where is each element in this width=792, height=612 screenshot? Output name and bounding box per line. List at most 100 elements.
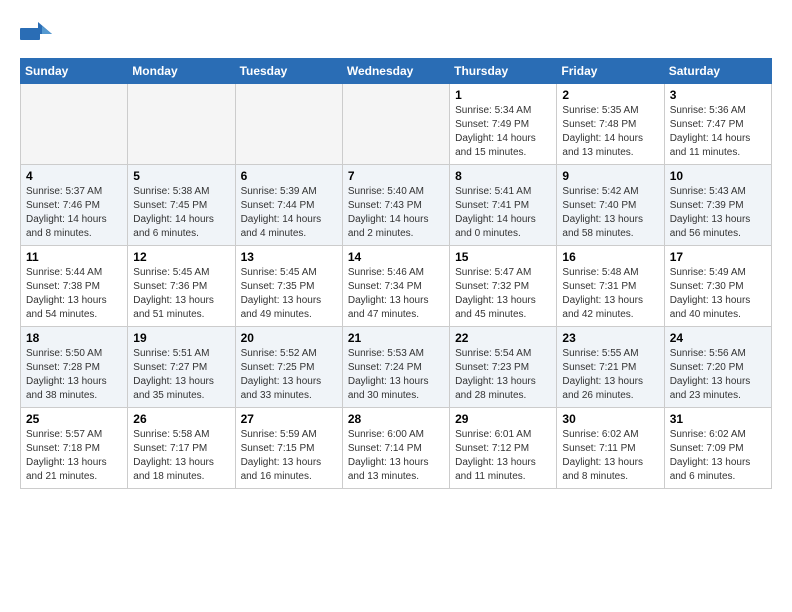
- day-number: 11: [26, 250, 122, 264]
- day-number: 29: [455, 412, 551, 426]
- calendar-cell: 27 Sunrise: 5:59 AM Sunset: 7:15 PM Dayli…: [235, 408, 342, 489]
- day-number: 15: [455, 250, 551, 264]
- day-info: Sunrise: 6:02 AM Sunset: 7:09 PM Dayligh…: [670, 428, 766, 484]
- day-number: 18: [26, 331, 122, 345]
- calendar-cell: 20 Sunrise: 5:52 AM Sunset: 7:25 PM Dayli…: [235, 327, 342, 408]
- day-number: 6: [241, 169, 337, 183]
- calendar-cell: 30 Sunrise: 6:02 AM Sunset: 7:11 PM Dayli…: [557, 408, 664, 489]
- day-number: 2: [562, 88, 658, 102]
- day-info: Sunrise: 5:51 AM Sunset: 7:27 PM Dayligh…: [133, 347, 229, 403]
- day-info: Sunrise: 5:50 AM Sunset: 7:28 PM Dayligh…: [26, 347, 122, 403]
- calendar-cell: 17 Sunrise: 5:49 AM Sunset: 7:30 PM Dayli…: [664, 246, 771, 327]
- day-number: 10: [670, 169, 766, 183]
- day-info: Sunrise: 6:01 AM Sunset: 7:12 PM Dayligh…: [455, 428, 551, 484]
- calendar-cell: 23Sunrise: 5:55 AM Sunset: 7:21 PM Dayli…: [557, 327, 664, 408]
- calendar-cell: 11 Sunrise: 5:44 AM Sunset: 7:38 PM Dayli…: [21, 246, 128, 327]
- day-number: 21: [348, 331, 444, 345]
- day-info: Sunrise: 6:00 AM Sunset: 7:14 PM Dayligh…: [348, 428, 444, 484]
- calendar-cell: 4 Sunrise: 5:37 AM Sunset: 7:46 PM Daylig…: [21, 165, 128, 246]
- day-info: Sunrise: 5:35 AM Sunset: 7:48 PM Dayligh…: [562, 104, 658, 160]
- calendar-week-row: 11 Sunrise: 5:44 AM Sunset: 7:38 PM Dayli…: [21, 246, 772, 327]
- calendar-cell: 29 Sunrise: 6:01 AM Sunset: 7:12 PM Dayli…: [450, 408, 557, 489]
- day-info: Sunrise: 5:38 AM Sunset: 7:45 PM Dayligh…: [133, 185, 229, 241]
- day-info: Sunrise: 5:40 AM Sunset: 7:43 PM Dayligh…: [348, 185, 444, 241]
- day-info: Sunrise: 5:45 AM Sunset: 7:36 PM Dayligh…: [133, 266, 229, 322]
- day-number: 14: [348, 250, 444, 264]
- calendar-header-sunday: Sunday: [21, 59, 128, 84]
- calendar-cell: 15 Sunrise: 5:47 AM Sunset: 7:32 PM Dayli…: [450, 246, 557, 327]
- day-number: 30: [562, 412, 658, 426]
- day-info: Sunrise: 5:49 AM Sunset: 7:30 PM Dayligh…: [670, 266, 766, 322]
- day-info: Sunrise: 5:54 AM Sunset: 7:23 PM Dayligh…: [455, 347, 551, 403]
- day-info: Sunrise: 5:41 AM Sunset: 7:41 PM Dayligh…: [455, 185, 551, 241]
- day-info: Sunrise: 5:48 AM Sunset: 7:31 PM Dayligh…: [562, 266, 658, 322]
- calendar-header-tuesday: Tuesday: [235, 59, 342, 84]
- day-info: Sunrise: 5:37 AM Sunset: 7:46 PM Dayligh…: [26, 185, 122, 241]
- calendar-cell: 18 Sunrise: 5:50 AM Sunset: 7:28 PM Dayli…: [21, 327, 128, 408]
- logo-icon: [20, 20, 52, 48]
- day-number: 25: [26, 412, 122, 426]
- calendar-cell: 19 Sunrise: 5:51 AM Sunset: 7:27 PM Dayli…: [128, 327, 235, 408]
- calendar-cell: 9Sunrise: 5:42 AM Sunset: 7:40 PM Daylig…: [557, 165, 664, 246]
- day-info: Sunrise: 5:34 AM Sunset: 7:49 PM Dayligh…: [455, 104, 551, 160]
- day-info: Sunrise: 6:02 AM Sunset: 7:11 PM Dayligh…: [562, 428, 658, 484]
- calendar-header-wednesday: Wednesday: [342, 59, 449, 84]
- calendar-cell: 14Sunrise: 5:46 AM Sunset: 7:34 PM Dayli…: [342, 246, 449, 327]
- calendar-cell: 24 Sunrise: 5:56 AM Sunset: 7:20 PM Dayli…: [664, 327, 771, 408]
- day-info: Sunrise: 5:39 AM Sunset: 7:44 PM Dayligh…: [241, 185, 337, 241]
- day-info: Sunrise: 5:57 AM Sunset: 7:18 PM Dayligh…: [26, 428, 122, 484]
- calendar-week-row: 4 Sunrise: 5:37 AM Sunset: 7:46 PM Daylig…: [21, 165, 772, 246]
- day-number: 8: [455, 169, 551, 183]
- calendar-week-row: 1 Sunrise: 5:34 AM Sunset: 7:49 PM Daylig…: [21, 84, 772, 165]
- day-number: 12: [133, 250, 229, 264]
- day-number: 24: [670, 331, 766, 345]
- day-number: 3: [670, 88, 766, 102]
- calendar-cell: 10 Sunrise: 5:43 AM Sunset: 7:39 PM Dayli…: [664, 165, 771, 246]
- calendar-table: SundayMondayTuesdayWednesdayThursdayFrid…: [20, 58, 772, 489]
- calendar-cell: 28 Sunrise: 6:00 AM Sunset: 7:14 PM Dayli…: [342, 408, 449, 489]
- calendar-cell: 21Sunrise: 5:53 AM Sunset: 7:24 PM Dayli…: [342, 327, 449, 408]
- calendar-cell: 13Sunrise: 5:45 AM Sunset: 7:35 PM Dayli…: [235, 246, 342, 327]
- calendar-header-row: SundayMondayTuesdayWednesdayThursdayFrid…: [21, 59, 772, 84]
- day-info: Sunrise: 5:36 AM Sunset: 7:47 PM Dayligh…: [670, 104, 766, 160]
- calendar-cell: [342, 84, 449, 165]
- day-info: Sunrise: 5:59 AM Sunset: 7:15 PM Dayligh…: [241, 428, 337, 484]
- day-number: 22: [455, 331, 551, 345]
- calendar-cell: 8 Sunrise: 5:41 AM Sunset: 7:41 PM Daylig…: [450, 165, 557, 246]
- day-info: Sunrise: 5:52 AM Sunset: 7:25 PM Dayligh…: [241, 347, 337, 403]
- day-number: 9: [562, 169, 658, 183]
- calendar-cell: 12 Sunrise: 5:45 AM Sunset: 7:36 PM Dayli…: [128, 246, 235, 327]
- calendar-cell: 22 Sunrise: 5:54 AM Sunset: 7:23 PM Dayli…: [450, 327, 557, 408]
- day-info: Sunrise: 5:55 AM Sunset: 7:21 PM Dayligh…: [562, 347, 658, 403]
- calendar-cell: 5 Sunrise: 5:38 AM Sunset: 7:45 PM Daylig…: [128, 165, 235, 246]
- calendar-cell: 3 Sunrise: 5:36 AM Sunset: 7:47 PM Daylig…: [664, 84, 771, 165]
- day-info: Sunrise: 5:58 AM Sunset: 7:17 PM Dayligh…: [133, 428, 229, 484]
- calendar-cell: 31 Sunrise: 6:02 AM Sunset: 7:09 PM Dayli…: [664, 408, 771, 489]
- day-info: Sunrise: 5:44 AM Sunset: 7:38 PM Dayligh…: [26, 266, 122, 322]
- page-header: [20, 20, 772, 48]
- day-info: Sunrise: 5:47 AM Sunset: 7:32 PM Dayligh…: [455, 266, 551, 322]
- day-number: 31: [670, 412, 766, 426]
- calendar-cell: 7 Sunrise: 5:40 AM Sunset: 7:43 PM Daylig…: [342, 165, 449, 246]
- calendar-cell: 26 Sunrise: 5:58 AM Sunset: 7:17 PM Dayli…: [128, 408, 235, 489]
- day-number: 19: [133, 331, 229, 345]
- calendar-cell: [128, 84, 235, 165]
- day-number: 4: [26, 169, 122, 183]
- calendar-header-monday: Monday: [128, 59, 235, 84]
- calendar-header-saturday: Saturday: [664, 59, 771, 84]
- day-number: 7: [348, 169, 444, 183]
- day-info: Sunrise: 5:45 AM Sunset: 7:35 PM Dayligh…: [241, 266, 337, 322]
- day-number: 26: [133, 412, 229, 426]
- day-info: Sunrise: 5:56 AM Sunset: 7:20 PM Dayligh…: [670, 347, 766, 403]
- day-number: 1: [455, 88, 551, 102]
- day-number: 5: [133, 169, 229, 183]
- calendar-cell: 25 Sunrise: 5:57 AM Sunset: 7:18 PM Dayli…: [21, 408, 128, 489]
- calendar-week-row: 18 Sunrise: 5:50 AM Sunset: 7:28 PM Dayli…: [21, 327, 772, 408]
- calendar-header-thursday: Thursday: [450, 59, 557, 84]
- day-number: 28: [348, 412, 444, 426]
- day-number: 20: [241, 331, 337, 345]
- day-number: 17: [670, 250, 766, 264]
- day-number: 16: [562, 250, 658, 264]
- day-info: Sunrise: 5:43 AM Sunset: 7:39 PM Dayligh…: [670, 185, 766, 241]
- day-number: 27: [241, 412, 337, 426]
